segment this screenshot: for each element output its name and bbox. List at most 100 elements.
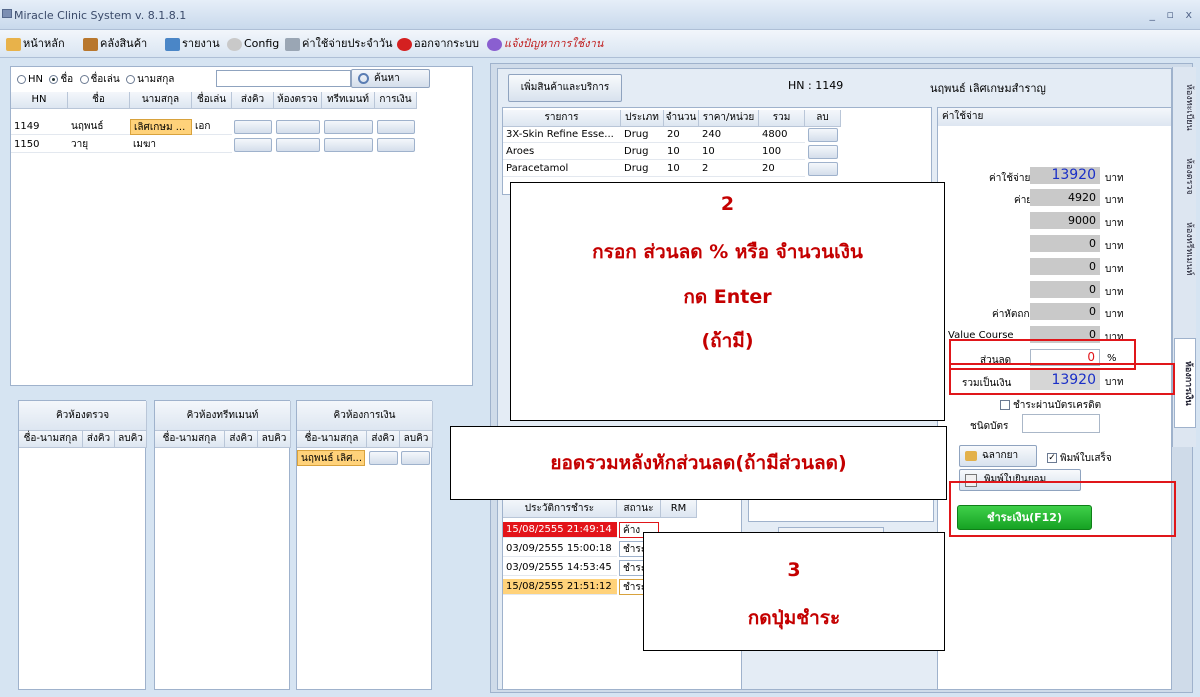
queue-col-remove[interactable]: ลบคิว	[258, 431, 291, 448]
toolbar-report[interactable]: รายงาน	[165, 36, 220, 52]
col-delete[interactable]: ลบ	[805, 110, 841, 127]
item-name[interactable]: Aroes	[503, 144, 621, 160]
col-rm[interactable]: RM	[661, 499, 697, 518]
table-cell-nick[interactable]	[192, 137, 232, 153]
checkbox-icon	[1000, 400, 1010, 410]
side-tab-exam[interactable]: ห้องตรวจ	[1174, 146, 1196, 206]
item-price[interactable]: 240	[699, 127, 759, 143]
treatment-button[interactable]	[324, 120, 373, 134]
title-bar: Miracle Clinic System v. 8.1.8.1 _ ▫ x	[0, 0, 1200, 30]
col-item[interactable]: รายการ	[503, 110, 621, 127]
remark-box[interactable]	[748, 498, 934, 522]
col-unit-price[interactable]: ราคา/หน่วย	[699, 110, 759, 127]
drug-label-button[interactable]: ฉลากยา	[959, 445, 1037, 467]
toolbar-config[interactable]: Config	[227, 36, 279, 52]
finance-button[interactable]	[377, 120, 415, 134]
col-hn[interactable]: HN	[11, 92, 68, 109]
item-type[interactable]: Drug	[621, 144, 664, 160]
home-icon	[6, 37, 21, 51]
table-cell-nick[interactable]: เอก	[192, 119, 232, 135]
support-icon	[487, 37, 502, 51]
table-cell-last[interactable]: เมฆา	[130, 137, 192, 153]
credit-card-checkbox[interactable]: ชำระผ่านบัตรเครดิต	[1000, 398, 1101, 413]
item-type[interactable]: Drug	[621, 127, 664, 143]
table-cell-hn[interactable]: 1149	[11, 119, 68, 135]
payment-date[interactable]: 03/09/2555 15:00:18	[503, 541, 617, 557]
col-status[interactable]: สถานะ	[617, 499, 661, 518]
side-tab-treatment[interactable]: ห้องทรีทเมนท์	[1174, 208, 1196, 290]
toolbar-home[interactable]: หน้าหลัก	[6, 36, 65, 52]
table-cell-first[interactable]: นฤพนธ์	[68, 119, 130, 135]
delete-item-button[interactable]	[808, 145, 838, 159]
expense-value: 4920	[1030, 189, 1100, 206]
add-product-button[interactable]: เพิ่มสินค้าและบริการ	[508, 74, 622, 102]
payment-date[interactable]: 03/09/2555 14:53:45	[503, 560, 617, 576]
annotation-step3: 3 กดปุ่มชำระ	[643, 532, 945, 651]
exam-room-button[interactable]	[276, 138, 320, 152]
toolbar-logout[interactable]: ออกจากระบบ	[397, 36, 479, 52]
delete-item-button[interactable]	[808, 162, 838, 176]
col-payment-date[interactable]: ประวัติการชำระ	[503, 499, 617, 518]
queue-col-remove[interactable]: ลบคิว	[400, 431, 433, 448]
col-last-name[interactable]: นามสกุล	[130, 92, 192, 109]
boxes-icon	[83, 37, 98, 51]
col-treatment[interactable]: ทรีทเมนท์	[322, 92, 375, 109]
window-controls[interactable]: _ ▫ x	[1150, 8, 1196, 21]
card-type-input[interactable]	[1022, 414, 1100, 433]
radio-nickname[interactable]: ชื่อเล่น	[79, 74, 120, 85]
item-total[interactable]: 4800	[759, 127, 805, 143]
side-tab-registration[interactable]: ห้องทะเบียน	[1174, 70, 1196, 145]
queue-col-name[interactable]: ชื่อ-นามสกุล	[297, 431, 367, 448]
table-cell-first[interactable]: วายุ	[68, 137, 130, 153]
treatment-button[interactable]	[324, 138, 373, 152]
queue-col-name[interactable]: ชื่อ-นามสกุล	[19, 431, 83, 448]
col-exam-room[interactable]: ห้องตรวจ	[274, 92, 322, 109]
expense-unit: บาท	[1105, 173, 1124, 184]
queue-remove-button[interactable]	[401, 451, 430, 465]
exam-room-button[interactable]	[276, 120, 320, 134]
toolbar-daily-expense[interactable]: ค่าใช้จ่ายประจำวัน	[285, 36, 393, 52]
item-name[interactable]: 3X-Skin Refine Esse...	[503, 127, 621, 143]
queue-row-name[interactable]: นฤพนธ์ เลิศ...	[297, 450, 365, 466]
delete-item-button[interactable]	[808, 128, 838, 142]
item-price[interactable]: 10	[699, 144, 759, 160]
payment-date[interactable]: 15/08/2555 21:51:12	[503, 579, 617, 595]
print-receipt-checkbox[interactable]: ✓ พิมพ์ใบเสร็จ	[1047, 451, 1112, 466]
send-queue-button[interactable]	[234, 120, 272, 134]
radio-name[interactable]: ชื่อ	[49, 74, 73, 85]
queue-col-send[interactable]: ส่งคิว	[367, 431, 400, 448]
finance-button[interactable]	[377, 138, 415, 152]
search-button[interactable]: ค้นหา	[351, 69, 430, 88]
toolbar-report-problem[interactable]: แจ้งปัญหาการใช้งาน	[487, 36, 603, 52]
item-qty[interactable]: 20	[664, 127, 699, 143]
queue-col-send[interactable]: ส่งคิว	[83, 431, 115, 448]
expense-unit: บาท	[1105, 287, 1124, 298]
item-type[interactable]: Drug	[621, 161, 664, 177]
radio-hn[interactable]: HN	[17, 74, 43, 85]
item-qty[interactable]: 10	[664, 161, 699, 177]
queue-col-remove[interactable]: ลบคิว	[115, 431, 147, 448]
search-input[interactable]	[216, 70, 351, 87]
item-name[interactable]: Paracetamol	[503, 161, 621, 177]
table-cell-last-selected[interactable]: เลิศเกษม ...	[130, 119, 192, 135]
item-total[interactable]: 100	[759, 144, 805, 160]
col-first-name[interactable]: ชื่อ	[68, 92, 130, 109]
side-tab-finance[interactable]: ห้องการเงิน	[1174, 338, 1196, 428]
col-finance[interactable]: การเงิน	[375, 92, 417, 109]
col-qty[interactable]: จำนวน	[664, 110, 699, 127]
col-send-queue[interactable]: ส่งคิว	[232, 92, 274, 109]
toolbar-inventory[interactable]: คลังสินค้า	[83, 36, 147, 52]
radio-lastname[interactable]: นามสกุล	[126, 74, 174, 85]
col-total[interactable]: รวม	[759, 110, 805, 127]
col-type[interactable]: ประเภท	[621, 110, 664, 127]
item-total[interactable]: 20	[759, 161, 805, 177]
item-qty[interactable]: 10	[664, 144, 699, 160]
queue-send-button[interactable]	[369, 451, 398, 465]
queue-col-name[interactable]: ชื่อ-นามสกุล	[155, 431, 225, 448]
send-queue-button[interactable]	[234, 138, 272, 152]
item-price[interactable]: 2	[699, 161, 759, 177]
payment-date[interactable]: 15/08/2555 21:49:14	[503, 522, 617, 538]
queue-col-send[interactable]: ส่งคิว	[225, 431, 258, 448]
col-nickname[interactable]: ชื่อเล่น	[192, 92, 232, 109]
table-cell-hn[interactable]: 1150	[11, 137, 68, 153]
